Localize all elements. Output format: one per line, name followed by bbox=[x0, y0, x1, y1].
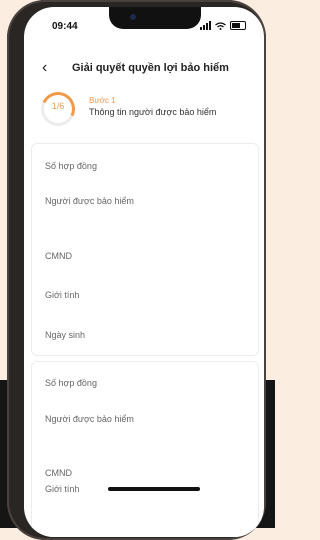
status-time: 09:44 bbox=[52, 21, 78, 32]
id-card-field[interactable]: CMND bbox=[45, 251, 155, 262]
insured-card-1: Số hợp đồng Người được bảo hiểm CMND Giớ… bbox=[31, 143, 259, 356]
wifi-icon bbox=[215, 21, 226, 30]
app-screen: 09:44 ‹ Giải quyết quyền lợi bảo hiểm 1/… bbox=[24, 7, 264, 537]
contract-number-field[interactable]: Số hợp đồng bbox=[45, 161, 155, 172]
page-title: Giải quyết quyền lợi bảo hiểm bbox=[72, 62, 229, 74]
app-header: ‹ Giải quyết quyền lợi bảo hiểm bbox=[24, 57, 264, 81]
gender-field[interactable]: Giới tính bbox=[45, 290, 155, 301]
battery-icon bbox=[230, 21, 246, 30]
home-indicator bbox=[108, 487, 200, 491]
back-button[interactable]: ‹ bbox=[42, 59, 47, 77]
step-indicator: 1/6 Bước 1 Thông tin người được bảo hiểm bbox=[24, 87, 264, 137]
progress-text: 1/6 bbox=[51, 101, 65, 111]
step-name: Bước 1 bbox=[89, 96, 116, 105]
phone-frame: 09:44 ‹ Giải quyết quyền lợi bảo hiểm 1/… bbox=[7, 0, 266, 540]
step-description: Thông tin người được bảo hiểm bbox=[89, 107, 217, 117]
signal-icon bbox=[200, 21, 211, 30]
contract-number-field[interactable]: Số hợp đồng bbox=[45, 378, 155, 389]
status-icons bbox=[200, 21, 246, 30]
id-card-field[interactable]: CMND bbox=[45, 468, 155, 479]
status-bar: 09:44 bbox=[24, 19, 264, 35]
insured-person-field[interactable]: Người được bảo hiểm bbox=[45, 414, 135, 425]
insured-card-2: Số hợp đồng Người được bảo hiểm CMND Giớ… bbox=[31, 361, 259, 537]
birth-date-field[interactable]: Ngày sinh bbox=[45, 330, 155, 341]
insured-person-field[interactable]: Người được bảo hiểm bbox=[45, 196, 135, 207]
